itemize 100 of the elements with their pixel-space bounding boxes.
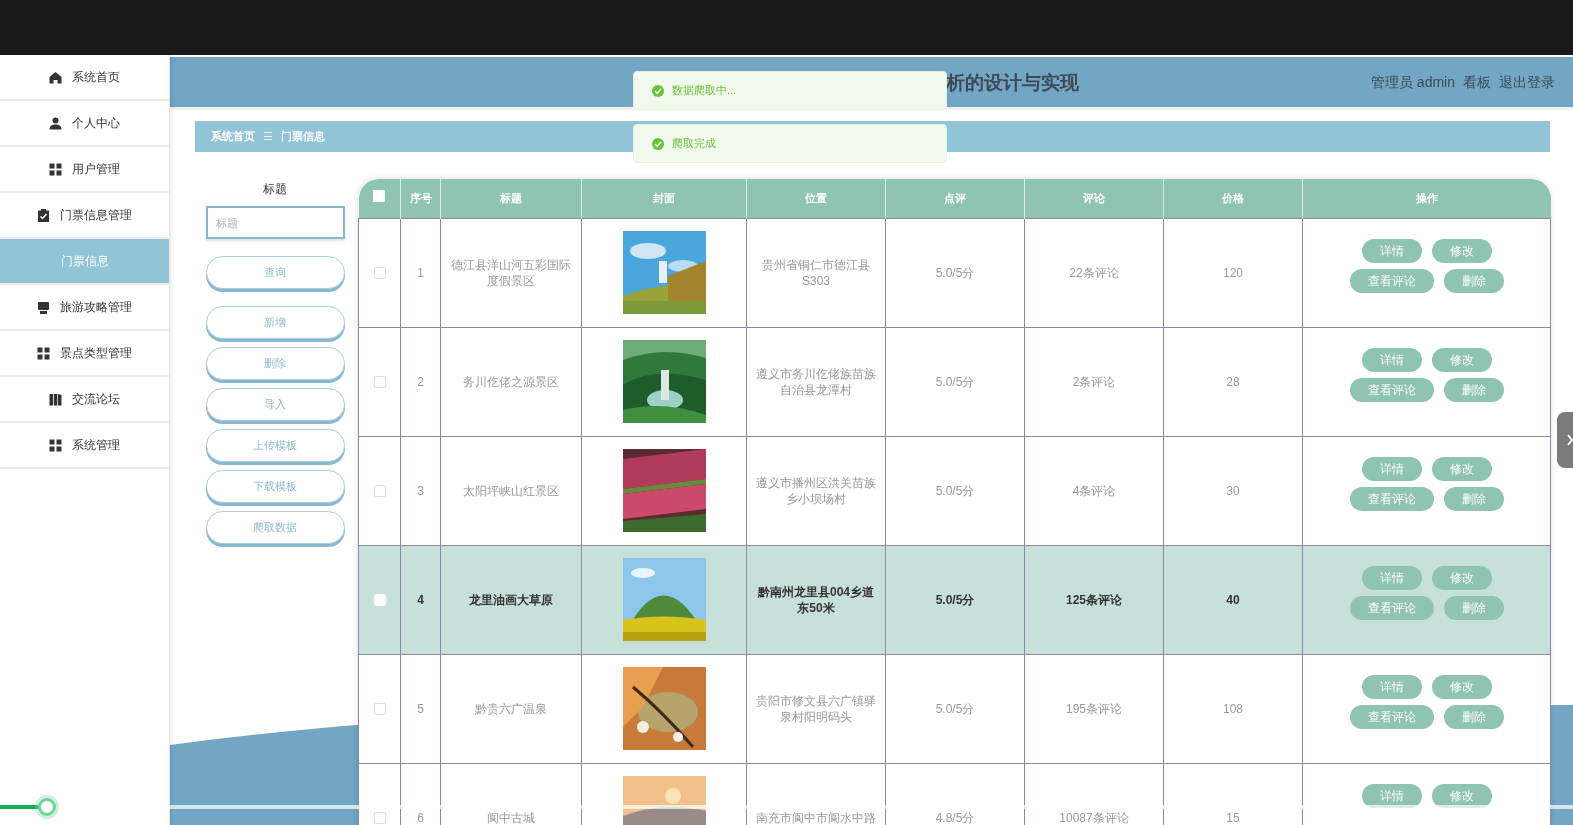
row-checkbox[interactable] — [373, 485, 386, 498]
table-cell: 2 — [400, 327, 441, 436]
column-header: 点评 — [885, 179, 1025, 218]
action-button[interactable]: 删除 — [1443, 268, 1504, 293]
table-cell: 5 — [400, 654, 441, 763]
table-cell: 28 — [1163, 327, 1303, 436]
field-label: 标题 — [263, 181, 287, 198]
table-cell: 贵州省铜仁市德江县S303 — [746, 218, 886, 327]
table-cell: 3 — [400, 436, 441, 545]
user-label: 管理员 admin — [1370, 72, 1455, 92]
table-cell: 22条评论 — [1024, 218, 1164, 327]
column-header: 标题 — [440, 179, 582, 218]
column-header: 操作 — [1302, 179, 1551, 218]
page-title: 析的设计与实现 — [946, 71, 1079, 95]
table-cell: 108 — [1163, 654, 1303, 763]
table-cell: 4条评论 — [1024, 436, 1164, 545]
table-cell: 黔贵六广温泉 — [440, 654, 582, 763]
table-cell: 5.0/5分 — [885, 654, 1025, 763]
action-button[interactable]: 详情 — [1361, 783, 1422, 808]
breadcrumb-link[interactable]: 系统首页 — [211, 128, 255, 145]
books-icon — [49, 392, 62, 406]
filter-button[interactable]: 爬取数据 — [205, 511, 345, 544]
action-button[interactable]: 修改 — [1431, 347, 1492, 372]
separator-icon: ☰ — [263, 128, 273, 145]
filter-button[interactable]: 删除 — [205, 347, 345, 380]
column-header: 价格 — [1163, 179, 1303, 218]
select-all-checkbox[interactable] — [373, 190, 386, 202]
table-cell: 120 — [1163, 218, 1303, 327]
sidebar-item[interactable]: 景点类型管理 — [0, 331, 169, 377]
check-circle-icon — [652, 137, 664, 150]
grid-icon — [37, 346, 50, 360]
header-link[interactable]: 看板 — [1463, 71, 1491, 93]
table-cell: 125条评论 — [1024, 545, 1164, 654]
table-cell: 太阳坪峡山红景区 — [440, 436, 582, 545]
row-checkbox[interactable] — [373, 376, 386, 389]
title-input[interactable]: 标题 — [205, 206, 345, 239]
action-button[interactable]: 删除 — [1443, 595, 1504, 620]
sidebar-item[interactable]: 门票信息 — [0, 239, 169, 285]
table-cell: 龙里油画大草原 — [440, 545, 582, 654]
column-header: 封面 — [581, 179, 747, 218]
person-icon — [49, 116, 62, 130]
table-cell: 德江县洋山河五彩国际度假景区 — [440, 218, 582, 327]
sidebar-item[interactable]: 交流论坛 — [0, 377, 169, 423]
filter-button[interactable]: 下载模板 — [205, 470, 345, 503]
action-button[interactable]: 详情 — [1361, 456, 1422, 481]
table-cell: 5.0/5分 — [885, 218, 1025, 327]
filter-button[interactable]: 导入 — [205, 388, 345, 421]
action-button[interactable]: 查看评论 — [1349, 268, 1434, 293]
action-button[interactable]: 详情 — [1361, 238, 1422, 263]
table-cell: 务川仡佬之源景区 — [440, 327, 582, 436]
action-button[interactable]: 修改 — [1431, 565, 1492, 590]
table-cell: 30 — [1163, 436, 1303, 545]
table-cell: 40 — [1163, 545, 1303, 654]
table-cell: 1 — [400, 218, 441, 327]
filter-button[interactable]: 上传模板 — [205, 429, 345, 462]
table-cell: 5.0/5分 — [885, 327, 1025, 436]
header-link[interactable]: 退出登录 — [1499, 71, 1555, 93]
action-button[interactable]: 查看评论 — [1349, 595, 1434, 620]
sidebar-item[interactable]: 个人中心 — [0, 101, 169, 147]
action-button[interactable]: 查看评论 — [1349, 704, 1434, 729]
column-header: 序号 — [400, 179, 441, 218]
sidebar-item[interactable]: 旅游攻略管理 — [0, 285, 169, 331]
table-cell: 5.0/5分 — [885, 436, 1025, 545]
action-button[interactable]: 删除 — [1443, 486, 1504, 511]
table-cell: 遵义市务川仡佬族苗族自治县龙潭村 — [746, 327, 886, 436]
grid-icon — [49, 162, 62, 176]
breadcrumb-link[interactable]: 门票信息 — [281, 128, 325, 145]
clipboard-check-icon — [37, 208, 50, 222]
side-handle[interactable] — [1557, 412, 1573, 468]
action-button[interactable]: 查看评论 — [1349, 377, 1434, 402]
toast-message: 爬取完成 — [633, 124, 947, 163]
action-button[interactable]: 删除 — [1443, 377, 1504, 402]
sidebar-item[interactable]: 用户管理 — [0, 147, 169, 193]
action-button[interactable]: 删除 — [1443, 704, 1504, 729]
check-circle-icon — [652, 84, 664, 97]
table-cell: 黔南州龙里县004乡道东50米 — [746, 545, 886, 654]
table-cell: 贵阳市修文县六广镇驿泉村阳明码头 — [746, 654, 886, 763]
sidebar-item[interactable]: 系统管理 — [0, 423, 169, 469]
action-button[interactable]: 详情 — [1361, 347, 1422, 372]
action-button[interactable]: 详情 — [1361, 565, 1422, 590]
column-header: 位置 — [746, 179, 886, 218]
action-button[interactable]: 详情 — [1361, 674, 1422, 699]
row-checkbox[interactable] — [373, 267, 386, 280]
action-button[interactable]: 修改 — [1431, 674, 1492, 699]
table-cell: 遵义市播州区洪关苗族乡小坝场村 — [746, 436, 886, 545]
table-cell: 5.0/5分 — [885, 545, 1025, 654]
table-cell: 2条评论 — [1024, 327, 1164, 436]
sidebar-item[interactable]: 系统首页 — [0, 55, 169, 101]
toast-message: 数据爬取中... — [633, 71, 947, 110]
row-checkbox[interactable] — [373, 703, 386, 716]
filter-button[interactable]: 新增 — [205, 306, 345, 339]
action-button[interactable]: 修改 — [1431, 456, 1492, 481]
row-checkbox[interactable] — [373, 812, 386, 825]
grid-icon — [49, 438, 62, 452]
column-header: 评论 — [1024, 179, 1164, 218]
action-button[interactable]: 修改 — [1431, 783, 1492, 808]
filter-button[interactable]: 查询 — [205, 256, 345, 289]
action-button[interactable]: 查看评论 — [1349, 486, 1434, 511]
action-button[interactable]: 修改 — [1431, 238, 1492, 263]
monitor-icon — [37, 300, 50, 314]
